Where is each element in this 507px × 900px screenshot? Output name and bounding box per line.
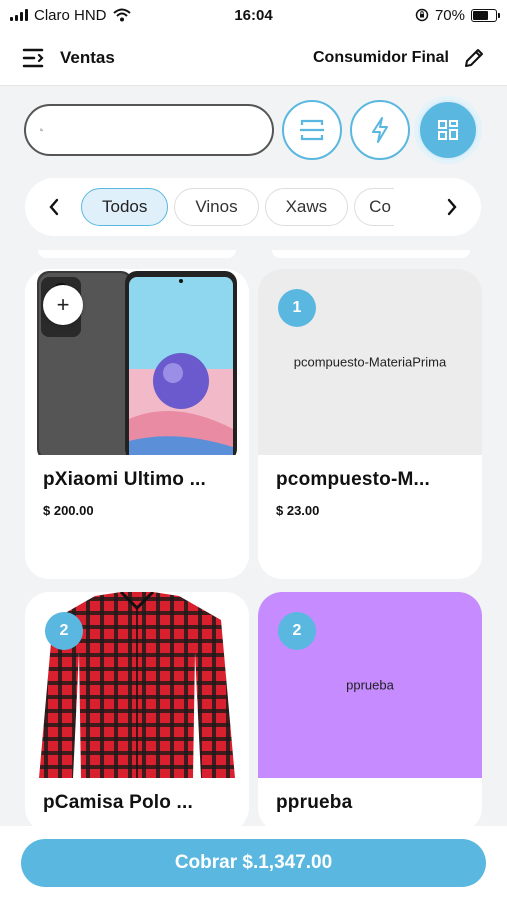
cellular-signal-icon <box>10 9 28 21</box>
quantity-badge: 1 <box>278 289 316 327</box>
product-image-placeholder: 2 pprueba <box>258 592 482 778</box>
search-icon <box>40 128 43 132</box>
edit-pencil-icon[interactable] <box>463 47 485 69</box>
product-price: $ 200.00 <box>43 503 94 518</box>
page-title: Ventas <box>60 47 115 67</box>
grid-icon <box>438 120 458 140</box>
lightning-icon <box>372 117 388 143</box>
product-name: pXiaomi Ultimo ... <box>43 469 207 490</box>
quantity-badge: 2 <box>45 612 83 650</box>
chevron-right-icon[interactable] <box>437 198 467 216</box>
category-chips: Todos Vinos Xaws Co <box>69 188 437 226</box>
search-row <box>24 100 483 160</box>
app-header: Ventas Consumidor Final <box>0 30 507 86</box>
status-time: 16:04 <box>234 6 273 24</box>
customer-name[interactable]: Consumidor Final <box>313 49 449 67</box>
category-chip-todos[interactable]: Todos <box>81 188 169 226</box>
quantity-badge: 2 <box>278 612 316 650</box>
product-image-shirt: 2 <box>25 592 249 778</box>
category-chip-xaws[interactable]: Xaws <box>264 188 349 226</box>
menu-icon[interactable] <box>22 47 48 69</box>
product-name: pcompuesto-M... <box>276 469 430 490</box>
product-name: pCamisa Polo ... <box>43 792 193 813</box>
product-image-placeholder: 1 pcompuesto-MateriaPrima <box>258 269 482 455</box>
battery-icon <box>471 8 500 22</box>
product-card[interactable]: 2 pprueba pprueba <box>258 592 482 832</box>
product-card[interactable]: 1 pcompuesto-MateriaPrima pcompuesto-M..… <box>258 269 482 579</box>
category-bar: Todos Vinos Xaws Co <box>25 178 481 236</box>
product-card[interactable]: + pXiaomi Ultimo ... $ 200.00 <box>25 269 249 579</box>
carrier-label: Claro HND <box>34 6 107 24</box>
product-name: pprueba <box>276 792 353 813</box>
barcode-scan-button[interactable] <box>282 100 342 160</box>
search-input[interactable] <box>51 121 258 139</box>
battery-percent: 70% <box>434 6 465 24</box>
scan-icon <box>300 119 324 141</box>
category-chip-partial[interactable]: Co <box>354 188 395 226</box>
product-image-phone: + <box>25 269 249 455</box>
partial-card-edge <box>272 250 470 258</box>
orientation-lock-icon <box>415 8 429 22</box>
placeholder-text: pprueba <box>346 677 394 693</box>
add-to-cart-badge[interactable]: + <box>43 285 83 325</box>
quick-sale-button[interactable] <box>350 100 410 160</box>
status-bar: Claro HND 16:04 70% <box>0 0 507 30</box>
placeholder-text: pcompuesto-MateriaPrima <box>293 354 447 370</box>
cobrar-button[interactable]: Cobrar $.1,347.00 <box>21 839 486 887</box>
chevron-left-icon[interactable] <box>39 198 69 216</box>
grid-view-button[interactable] <box>418 100 478 160</box>
product-card[interactable]: 2 pCamisa Polo ... <box>25 592 249 832</box>
product-price: $ 23.00 <box>276 503 320 518</box>
partial-card-edge <box>38 250 236 258</box>
wifi-icon <box>112 8 131 22</box>
search-box[interactable] <box>24 104 274 156</box>
bottom-bar: Cobrar $.1,347.00 <box>0 826 507 900</box>
category-chip-vinos[interactable]: Vinos <box>174 188 259 226</box>
